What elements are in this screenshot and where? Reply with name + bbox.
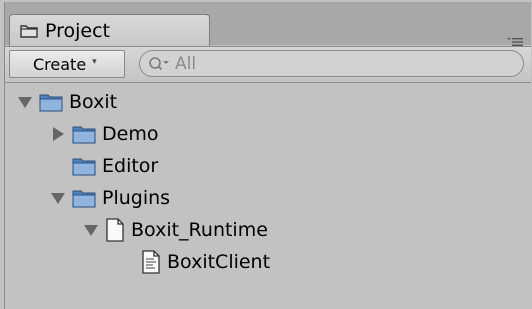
tree-item-boxit[interactable]: Boxit	[17, 86, 117, 118]
folder-icon	[72, 156, 96, 176]
tree-item-boxitclient[interactable]: BoxitClient	[141, 246, 270, 278]
tree-item-label: Boxit	[69, 91, 118, 113]
tree-item-label: Demo	[102, 123, 159, 145]
search-icon[interactable]	[148, 55, 172, 73]
folder-icon	[39, 92, 63, 112]
tree-item-label: Editor	[102, 155, 159, 177]
tree-item-boxit-runtime[interactable]: Boxit_Runtime	[83, 214, 268, 246]
tab-project[interactable]: Project	[9, 14, 210, 46]
folder-icon	[20, 24, 38, 38]
create-button[interactable]: Create ▾	[9, 50, 125, 78]
toolbar: Create ▾ All	[5, 46, 531, 83]
search-field[interactable]: All	[139, 50, 524, 77]
tree-item-label: BoxitClient	[167, 251, 271, 273]
create-button-label: Create	[33, 54, 87, 74]
project-window: Project Create ▾ All Boxit Demo Editor P…	[4, 2, 531, 309]
chevron-down-icon: ▾	[92, 57, 97, 67]
folder-icon	[72, 124, 96, 144]
tree-item-label: Boxit_Runtime	[131, 219, 268, 241]
script-file-icon	[141, 250, 161, 274]
expanded-arrow-icon[interactable]	[83, 222, 99, 238]
tab-menu-icon[interactable]	[507, 32, 523, 46]
tree-item-editor[interactable]: Editor	[72, 150, 158, 182]
tree-item-label: Plugins	[102, 187, 171, 209]
folder-icon	[72, 188, 96, 208]
search-input[interactable]: All	[175, 54, 196, 74]
tree-item-plugins[interactable]: Plugins	[50, 182, 170, 214]
tree-item-demo[interactable]: Demo	[50, 118, 158, 150]
tab-title: Project	[45, 19, 111, 42]
file-icon	[105, 218, 125, 242]
tab-strip: Project	[5, 2, 531, 46]
project-tree: Boxit Demo Editor Plugins Boxit_Runtime …	[5, 84, 531, 309]
expanded-arrow-icon[interactable]	[50, 190, 66, 206]
expanded-arrow-icon[interactable]	[17, 94, 33, 110]
collapsed-arrow-icon[interactable]	[50, 126, 66, 142]
